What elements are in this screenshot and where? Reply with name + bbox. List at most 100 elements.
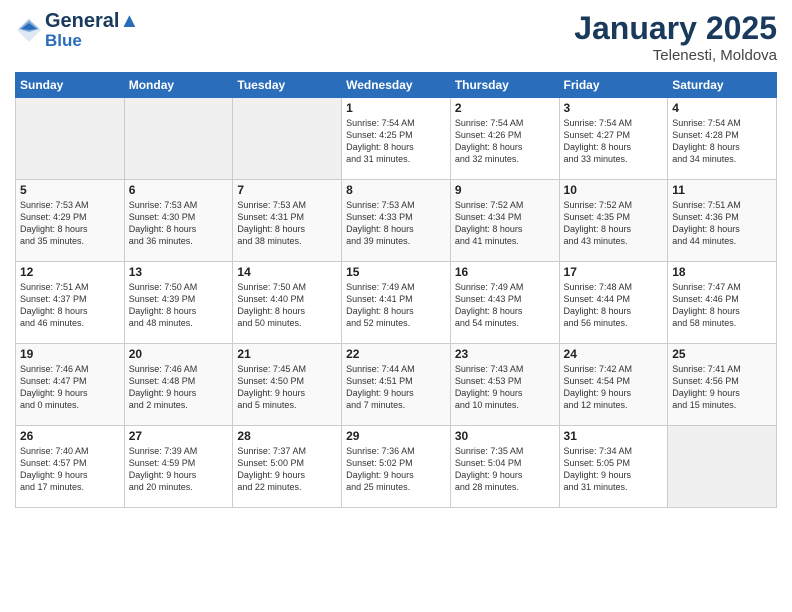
day-cell-9: 9Sunrise: 7:52 AMSunset: 4:34 PMDaylight…: [450, 180, 559, 262]
empty-cell: [16, 98, 125, 180]
day-number: 22: [346, 347, 446, 361]
day-cell-7: 7 Sunrise: 7:53 AMSunset: 4:31 PMDaylight…: [233, 180, 342, 262]
week-row-1: 1Sunrise: 7:54 AMSunset: 4:25 PMDaylight…: [16, 98, 777, 180]
day-number: 23: [455, 347, 555, 361]
logo: General▲ Blue: [15, 10, 139, 51]
weekday-header-friday: Friday: [559, 73, 668, 98]
day-cell-11: 11 Sunrise: 7:51 AMSunset: 4:36 PMDayligh…: [668, 180, 777, 262]
day-number: 16: [455, 265, 555, 279]
day-info: Sunrise: 7:53 AMSunset: 4:30 PMDaylight:…: [129, 199, 229, 248]
day-info: Sunrise: 7:50 AMSunset: 4:40 PMDaylight:…: [237, 281, 337, 330]
day-number: 31: [564, 429, 664, 443]
day-cell-22: 22 Sunrise: 7:44 AMSunset: 4:51 PMDayligh…: [342, 344, 451, 426]
day-info: Sunrise: 7:39 AMSunset: 4:59 PMDaylight:…: [129, 445, 229, 494]
weekday-header-wednesday: Wednesday: [342, 73, 451, 98]
logo-icon: [15, 16, 43, 44]
week-row-3: 12Sunrise: 7:51 AMSunset: 4:37 PMDayligh…: [16, 262, 777, 344]
week-row-4: 19 Sunrise: 7:46 AMSunset: 4:47 PMDayligh…: [16, 344, 777, 426]
day-info: Sunrise: 7:52 AMSunset: 4:35 PMDaylight:…: [564, 199, 664, 248]
day-cell-31: 31Sunrise: 7:34 AMSunset: 5:05 PMDayligh…: [559, 426, 668, 508]
day-cell-5: 5 Sunrise: 7:53 AMSunset: 4:29 PMDaylight…: [16, 180, 125, 262]
empty-cell: [668, 426, 777, 508]
day-info: Sunrise: 7:53 AMSunset: 4:31 PMDaylight:…: [237, 199, 337, 248]
day-cell-21: 21 Sunrise: 7:45 AMSunset: 4:50 PMDayligh…: [233, 344, 342, 426]
day-cell-29: 29Sunrise: 7:36 AMSunset: 5:02 PMDayligh…: [342, 426, 451, 508]
day-number: 2: [455, 101, 555, 115]
day-cell-25: 25 Sunrise: 7:41 AMSunset: 4:56 PMDayligh…: [668, 344, 777, 426]
weekday-header-row: SundayMondayTuesdayWednesdayThursdayFrid…: [16, 73, 777, 98]
day-info: Sunrise: 7:52 AMSunset: 4:34 PMDaylight:…: [455, 199, 555, 248]
day-info: Sunrise: 7:48 AMSunset: 4:44 PMDaylight:…: [564, 281, 664, 330]
calendar-table: SundayMondayTuesdayWednesdayThursdayFrid…: [15, 72, 777, 508]
day-info: Sunrise: 7:53 AMSunset: 4:33 PMDaylight:…: [346, 199, 446, 248]
day-info: Sunrise: 7:54 AMSunset: 4:27 PMDaylight:…: [564, 117, 664, 166]
title-block: January 2025 Telenesti, Moldova: [574, 10, 777, 64]
day-cell-14: 14 Sunrise: 7:50 AMSunset: 4:40 PMDayligh…: [233, 262, 342, 344]
day-number: 24: [564, 347, 664, 361]
day-cell-8: 8 Sunrise: 7:53 AMSunset: 4:33 PMDaylight…: [342, 180, 451, 262]
day-number: 7: [237, 183, 337, 197]
day-number: 15: [346, 265, 446, 279]
day-cell-16: 16 Sunrise: 7:49 AMSunset: 4:43 PMDayligh…: [450, 262, 559, 344]
day-number: 28: [237, 429, 337, 443]
day-info: Sunrise: 7:49 AMSunset: 4:41 PMDaylight:…: [346, 281, 446, 330]
day-number: 14: [237, 265, 337, 279]
calendar-page: General▲ Blue January 2025 Telenesti, Mo…: [0, 0, 792, 612]
day-cell-2: 2Sunrise: 7:54 AMSunset: 4:26 PMDaylight…: [450, 98, 559, 180]
day-number: 3: [564, 101, 664, 115]
day-number: 4: [672, 101, 772, 115]
day-cell-10: 10 Sunrise: 7:52 AMSunset: 4:35 PMDayligh…: [559, 180, 668, 262]
empty-cell: [124, 98, 233, 180]
day-cell-12: 12Sunrise: 7:51 AMSunset: 4:37 PMDayligh…: [16, 262, 125, 344]
day-number: 1: [346, 101, 446, 115]
day-number: 10: [564, 183, 664, 197]
day-cell-30: 30Sunrise: 7:35 AMSunset: 5:04 PMDayligh…: [450, 426, 559, 508]
weekday-header-tuesday: Tuesday: [233, 73, 342, 98]
day-number: 18: [672, 265, 772, 279]
day-number: 30: [455, 429, 555, 443]
week-row-2: 5 Sunrise: 7:53 AMSunset: 4:29 PMDaylight…: [16, 180, 777, 262]
day-info: Sunrise: 7:42 AMSunset: 4:54 PMDaylight:…: [564, 363, 664, 412]
day-number: 27: [129, 429, 229, 443]
day-number: 17: [564, 265, 664, 279]
day-number: 13: [129, 265, 229, 279]
header: General▲ Blue January 2025 Telenesti, Mo…: [15, 10, 777, 64]
day-cell-23: 23 Sunrise: 7:43 AMSunset: 4:53 PMDayligh…: [450, 344, 559, 426]
weekday-header-saturday: Saturday: [668, 73, 777, 98]
day-number: 25: [672, 347, 772, 361]
day-number: 26: [20, 429, 120, 443]
day-info: Sunrise: 7:53 AMSunset: 4:29 PMDaylight:…: [20, 199, 120, 248]
day-info: Sunrise: 7:45 AMSunset: 4:50 PMDaylight:…: [237, 363, 337, 412]
day-cell-3: 3 Sunrise: 7:54 AMSunset: 4:27 PMDaylight…: [559, 98, 668, 180]
day-cell-24: 24 Sunrise: 7:42 AMSunset: 4:54 PMDayligh…: [559, 344, 668, 426]
day-cell-1: 1Sunrise: 7:54 AMSunset: 4:25 PMDaylight…: [342, 98, 451, 180]
day-info: Sunrise: 7:43 AMSunset: 4:53 PMDaylight:…: [455, 363, 555, 412]
day-cell-13: 13Sunrise: 7:50 AMSunset: 4:39 PMDayligh…: [124, 262, 233, 344]
day-cell-28: 28 Sunrise: 7:37 AMSunset: 5:00 PMDayligh…: [233, 426, 342, 508]
day-cell-26: 26Sunrise: 7:40 AMSunset: 4:57 PMDayligh…: [16, 426, 125, 508]
day-number: 19: [20, 347, 120, 361]
calendar-subtitle: Telenesti, Moldova: [574, 47, 777, 64]
day-cell-20: 20Sunrise: 7:46 AMSunset: 4:48 PMDayligh…: [124, 344, 233, 426]
day-info: Sunrise: 7:46 AMSunset: 4:48 PMDaylight:…: [129, 363, 229, 412]
day-info: Sunrise: 7:46 AMSunset: 4:47 PMDaylight:…: [20, 363, 120, 412]
day-number: 11: [672, 183, 772, 197]
week-row-5: 26Sunrise: 7:40 AMSunset: 4:57 PMDayligh…: [16, 426, 777, 508]
day-cell-17: 17 Sunrise: 7:48 AMSunset: 4:44 PMDayligh…: [559, 262, 668, 344]
day-info: Sunrise: 7:51 AMSunset: 4:36 PMDaylight:…: [672, 199, 772, 248]
day-info: Sunrise: 7:41 AMSunset: 4:56 PMDaylight:…: [672, 363, 772, 412]
day-number: 8: [346, 183, 446, 197]
day-number: 5: [20, 183, 120, 197]
day-info: Sunrise: 7:37 AMSunset: 5:00 PMDaylight:…: [237, 445, 337, 494]
empty-cell: [233, 98, 342, 180]
day-info: Sunrise: 7:49 AMSunset: 4:43 PMDaylight:…: [455, 281, 555, 330]
day-cell-15: 15 Sunrise: 7:49 AMSunset: 4:41 PMDayligh…: [342, 262, 451, 344]
day-number: 21: [237, 347, 337, 361]
day-info: Sunrise: 7:36 AMSunset: 5:02 PMDaylight:…: [346, 445, 446, 494]
weekday-header-sunday: Sunday: [16, 73, 125, 98]
day-info: Sunrise: 7:47 AMSunset: 4:46 PMDaylight:…: [672, 281, 772, 330]
day-cell-6: 6 Sunrise: 7:53 AMSunset: 4:30 PMDaylight…: [124, 180, 233, 262]
day-number: 6: [129, 183, 229, 197]
logo-text: General▲ Blue: [45, 10, 139, 51]
day-info: Sunrise: 7:44 AMSunset: 4:51 PMDaylight:…: [346, 363, 446, 412]
